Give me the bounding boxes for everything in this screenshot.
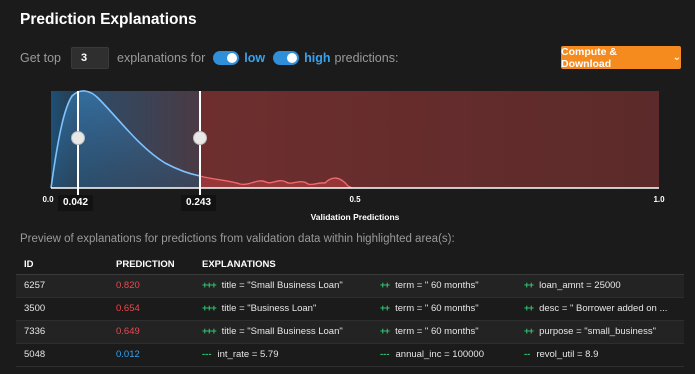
preview-description: Preview of explanations for predictions … [20,233,455,245]
explanation-text: title = "Small Business Loan" [221,326,343,337]
explanations-for-label: explanations for [117,51,206,65]
row-id: 5048 [16,343,108,367]
explanation-1: +++ title = "Small Business Loan" [194,320,372,344]
explanation-controls: Get top 3 explanations for low high pred… [20,47,398,69]
strength-symbol: ++ [524,280,534,291]
x-axis-label: Validation Predictions [311,212,400,222]
explanation-text: purpose = "small_business" [539,326,656,337]
prediction-distribution-chart: 0.0 0.5 1.0 Validation Predictions [42,90,665,222]
tick-label-0-5: 0.5 [349,195,361,204]
table-row[interactable]: 3500 0.654 +++ title = "Business Loan" ++… [16,297,684,321]
explanation-text: term = " 60 months" [395,303,479,314]
tick-label-1: 1.0 [653,195,665,204]
row-id: 6257 [16,274,108,298]
strength-symbol: --- [202,349,212,360]
table-row[interactable]: 5048 0.012 --- int_rate = 5.79 --- annual_… [16,343,684,367]
get-top-label: Get top [20,51,61,65]
row-prediction: 0.820 [108,274,194,298]
explanation-3: -- revol_util = 8.9 [516,343,684,367]
explanation-1: +++ title = "Business Loan" [194,297,372,321]
explanation-3: ++ loan_amnt = 25000 [516,274,684,298]
top-count-input[interactable]: 3 [71,47,109,69]
col-header-explanations[interactable]: EXPLANATIONS [194,256,684,275]
explanation-text: title = "Business Loan" [221,303,317,314]
table-header-row: ID PREDICTION EXPLANATIONS [16,256,684,275]
explanation-2: --- annual_inc = 100000 [372,343,516,367]
table-row[interactable]: 7336 0.649 +++ title = "Small Business Lo… [16,320,684,344]
strength-symbol: -- [524,349,531,360]
prediction-explanations-panel: Prediction Explanations Get top 3 explan… [0,0,695,374]
strength-symbol: ++ [380,303,390,314]
toggle-knob [227,53,238,63]
row-prediction: 0.654 [108,297,194,321]
explanation-text: loan_amnt = 25000 [539,280,621,291]
explanation-text: term = " 60 months" [395,280,479,291]
explanation-3: ++ desc = " Borrower added on ... [516,297,684,321]
row-prediction: 0.012 [108,343,194,367]
strength-symbol: --- [380,349,390,360]
strength-symbol: +++ [202,303,217,314]
tick-label-0: 0.0 [42,195,54,204]
low-toggle[interactable] [213,51,240,65]
explanation-text: int_rate = 5.79 [217,349,279,360]
compute-download-button[interactable]: Compute & Download ⌄ [561,45,681,70]
low-threshold-value: 0.042 [58,195,94,211]
explanation-3: ++ purpose = "small_business" [516,320,684,344]
high-toggle[interactable] [273,51,300,65]
explanation-2: ++ term = " 60 months" [372,274,516,298]
explanation-1: --- int_rate = 5.79 [194,343,372,367]
col-header-prediction[interactable]: PREDICTION [108,256,194,275]
row-id: 3500 [16,297,108,321]
explanation-text: revol_util = 8.9 [536,349,599,360]
high-label: high [304,51,331,65]
explanation-text: annual_inc = 100000 [395,349,484,360]
strength-symbol: ++ [524,326,534,337]
explanation-2: ++ term = " 60 months" [372,297,516,321]
predictions-label: predictions: [334,51,399,65]
strength-symbol: ++ [380,326,390,337]
high-threshold-handle [193,131,207,145]
explanation-text: title = "Small Business Loan" [221,280,343,291]
low-threshold-handle [71,131,85,145]
table-row[interactable]: 6257 0.820 +++ title = "Small Business Lo… [16,274,684,298]
strength-symbol: ++ [380,280,390,291]
compute-download-label: Compute & Download [561,45,617,70]
toggle-knob [287,53,298,63]
explanation-text: desc = " Borrower added on ... [539,303,668,314]
chevron-down-icon: ⌄ [672,52,681,63]
col-header-id[interactable]: ID [16,256,108,275]
strength-symbol: +++ [202,280,217,291]
explanations-table: ID PREDICTION EXPLANATIONS 6257 0.820 ++… [16,256,684,367]
explanation-text: term = " 60 months" [395,326,479,337]
low-label: low [244,51,266,65]
high-threshold-value: 0.243 [181,195,217,211]
strength-symbol: ++ [524,303,534,314]
row-id: 7336 [16,320,108,344]
page-title: Prediction Explanations [20,11,197,28]
explanation-2: ++ term = " 60 months" [372,320,516,344]
high-region [200,91,659,188]
strength-symbol: +++ [202,326,217,337]
explanation-1: +++ title = "Small Business Loan" [194,274,372,298]
row-prediction: 0.649 [108,320,194,344]
